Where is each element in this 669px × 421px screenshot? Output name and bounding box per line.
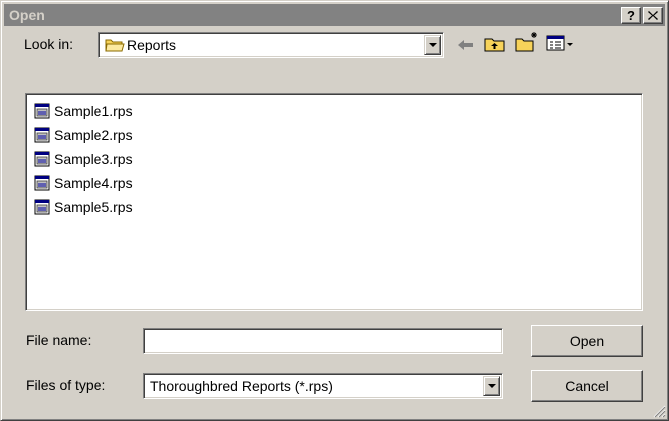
file-list[interactable]: Sample1.rps Sample2.rps Sample3.rps Samp… bbox=[25, 93, 643, 311]
report-file-icon bbox=[34, 127, 50, 143]
resize-grip-icon[interactable] bbox=[652, 404, 666, 418]
report-file-icon bbox=[34, 175, 50, 191]
file-type-dropdown-button[interactable] bbox=[483, 376, 500, 396]
open-button[interactable]: Open bbox=[531, 325, 643, 357]
look-in-value: Reports bbox=[127, 37, 177, 53]
new-folder-icon[interactable] bbox=[515, 31, 539, 53]
file-name: Sample3.rps bbox=[54, 151, 133, 167]
report-file-icon bbox=[34, 151, 50, 167]
file-type-value: Thoroughbred Reports (*.rps) bbox=[150, 378, 333, 394]
file-type-label: Files of type: bbox=[26, 377, 106, 393]
file-name: Sample2.rps bbox=[54, 127, 133, 143]
file-name-input[interactable] bbox=[147, 331, 497, 349]
title-bar[interactable]: Open ? bbox=[4, 4, 665, 26]
back-arrow-icon[interactable] bbox=[456, 37, 476, 53]
file-name: Sample4.rps bbox=[54, 175, 133, 191]
chevron-down-icon bbox=[488, 384, 496, 388]
window-title: Open bbox=[9, 7, 45, 23]
up-folder-icon[interactable] bbox=[484, 35, 506, 53]
look-in-dropdown-button[interactable] bbox=[424, 35, 441, 55]
file-name: Sample5.rps bbox=[54, 199, 133, 215]
folder-icon bbox=[105, 39, 125, 52]
look-in-label: Look in: bbox=[24, 36, 74, 52]
report-file-icon bbox=[34, 103, 50, 119]
chevron-down-icon bbox=[429, 43, 437, 47]
close-icon bbox=[648, 11, 658, 20]
file-name: Sample1.rps bbox=[54, 103, 133, 119]
close-button[interactable] bbox=[643, 7, 663, 24]
look-in-combo[interactable]: Reports bbox=[98, 32, 444, 58]
file-type-combo[interactable]: Thoroughbred Reports (*.rps) bbox=[143, 373, 503, 399]
file-name-label: File name: bbox=[26, 332, 92, 348]
view-menu-icon[interactable] bbox=[546, 34, 574, 52]
help-button[interactable]: ? bbox=[621, 7, 641, 24]
report-file-icon bbox=[34, 199, 50, 215]
open-dialog: Open ? Look in: Reports Sample1.rps Samp… bbox=[0, 0, 669, 421]
file-name-field[interactable] bbox=[143, 328, 503, 354]
cancel-button[interactable]: Cancel bbox=[531, 370, 643, 402]
